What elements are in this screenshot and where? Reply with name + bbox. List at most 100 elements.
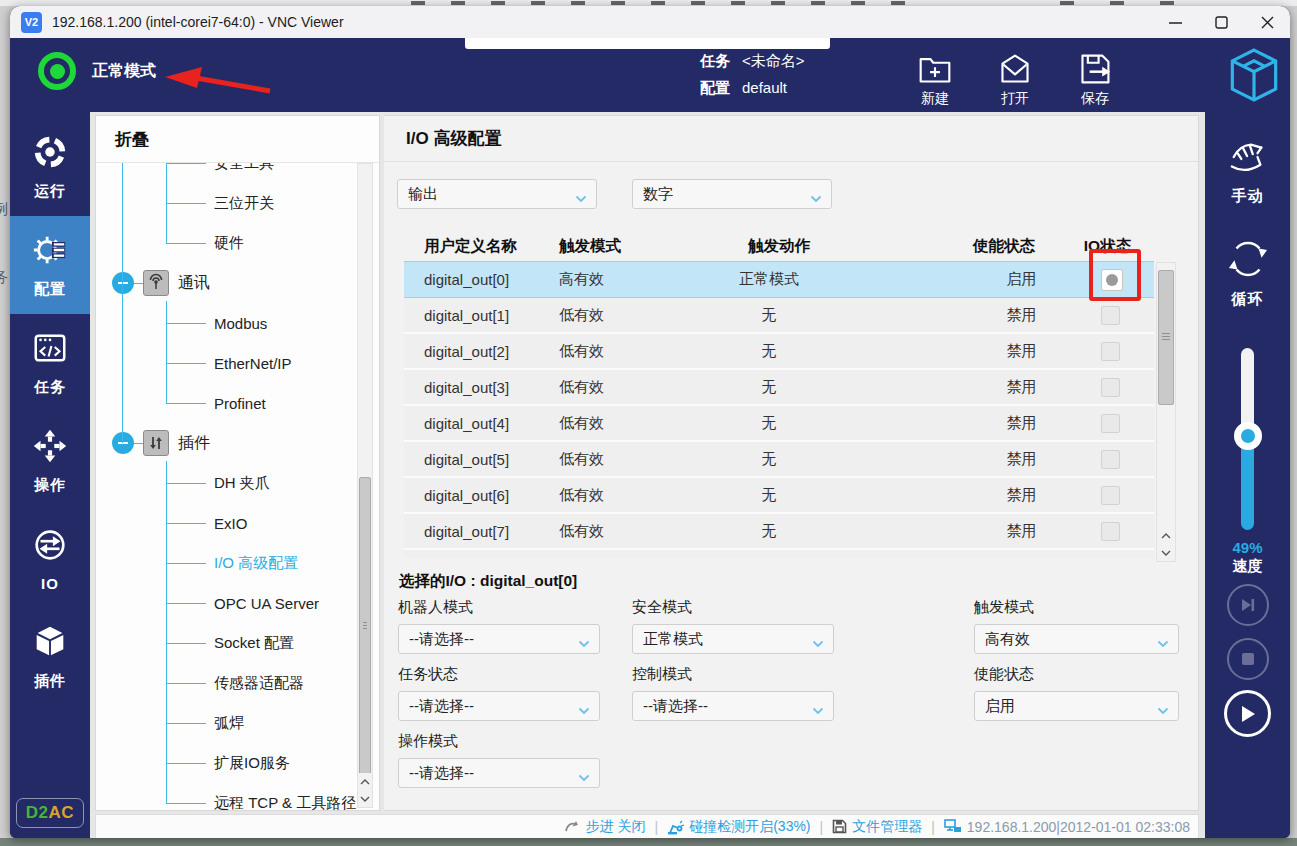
status-file-manager[interactable]: 文件管理器 [832,818,922,836]
tree-scroll-down-button[interactable] [358,790,372,807]
sidebar-item-配置[interactable]: 配置 [10,216,90,314]
maximize-button[interactable] [1198,6,1244,38]
plugin-box-icon [143,430,169,456]
operate-icon [31,427,69,469]
tree-item-EtherNet/IP[interactable]: EtherNet/IP [96,343,371,383]
filter-select-0[interactable]: 输出 [397,179,597,209]
cell-name: digital_out[7] [404,523,539,540]
sidebar-item-操作[interactable]: 操作 [10,412,90,510]
tree-item-label: 三位开关 [214,194,274,213]
io-state-indicator-off[interactable] [1101,306,1120,325]
speed-slider-knob[interactable] [1234,422,1262,450]
io-state-indicator-off[interactable] [1101,342,1120,361]
cell-trigger-action: 无 [664,450,894,469]
tree-scroll-up-button[interactable] [358,773,372,790]
tree-item-I/O 高级配置[interactable]: I/O 高级配置 [96,543,371,583]
save-icon [1077,44,1113,86]
tree-item-DH 夹爪[interactable]: DH 夹爪 [96,463,371,503]
tree-item-label: I/O 高级配置 [214,554,298,573]
manual-label: 手动 [1232,187,1264,206]
chevron-down-icon [578,634,590,651]
io-state-indicator-off[interactable] [1101,378,1120,397]
manual-mode-button[interactable]: 手动 [1226,138,1270,206]
tree-item-扩展IO服务[interactable]: 扩展IO服务 [96,743,371,783]
table-row-digital_out[2][interactable]: digital_out[2]低有效无禁用 [404,334,1154,370]
tree-item-安全工具[interactable]: 安全工具 [96,162,371,183]
cell-trigger-mode: 低有效 [539,306,664,325]
tree-item-Profinet[interactable]: Profinet [96,383,371,423]
io-state-indicator-off[interactable] [1101,450,1120,469]
tree-scrollbar-thumb[interactable] [359,477,371,777]
sidebar-item-IO[interactable]: IO [10,510,90,608]
tree-scrollbar[interactable] [357,163,373,808]
table-row-digital_out[4][interactable]: digital_out[4]低有效无禁用 [404,406,1154,442]
collapse-toggle-icon[interactable] [112,432,134,454]
collapse-toggle-icon[interactable] [112,272,134,294]
cell-trigger-mode: 低有效 [539,522,664,541]
tree-item-传感器适配器[interactable]: 传感器适配器 [96,663,371,703]
main-panel: I/O 高级配置 输出数字 用户定义名称触发模式触发动作使能状态IO状态 dig… [384,115,1199,811]
form-select-安全模式[interactable]: 正常模式 [632,624,834,654]
tree-item-远程 TCP & 工具路径[interactable]: 远程 TCP & 工具路径 [96,783,371,810]
tree-item-插件[interactable]: 插件 [96,423,371,463]
stop-button[interactable] [1227,638,1269,680]
tree-item-OPC UA Server[interactable]: OPC UA Server [96,583,371,623]
header-action-打开[interactable]: 打开 [975,44,1055,108]
filter-select-1[interactable]: 数字 [632,179,832,209]
chevron-down-icon [1157,634,1169,651]
form-select-操作模式[interactable]: --请选择-- [398,758,600,788]
table-row-digital_out[5][interactable]: digital_out[5]低有效无禁用 [404,442,1154,478]
tree-item-弧焊[interactable]: 弧焊 [96,703,371,743]
tree-scroll-area: 安全工具三位开关硬件通讯ModbusEtherNet/IPProfinet插件D… [96,162,379,810]
form-select-触发模式[interactable]: 高有效 [974,624,1179,654]
form-select-value: 正常模式 [643,630,703,649]
tree-item-Modbus[interactable]: Modbus [96,303,371,343]
table-row-digital_out[1][interactable]: digital_out[1]低有效无禁用 [404,298,1154,334]
form-select-控制模式[interactable]: --请选择-- [632,691,834,721]
brand-button[interactable]: D2AC [16,798,84,828]
sidebar-item-运行[interactable]: 运行 [10,118,90,216]
table-row-digital_out[7][interactable]: digital_out[7]低有效无禁用 [404,514,1154,550]
tree-item-三位开关[interactable]: 三位开关 [96,183,371,223]
io-state-indicator-off[interactable] [1101,486,1120,505]
table-scroll-up-button[interactable] [1157,527,1175,544]
tree-item-Socket 配置[interactable]: Socket 配置 [96,623,371,663]
table-row-digital_out[3][interactable]: digital_out[3]低有效无禁用 [404,370,1154,406]
table-scroll-down-button[interactable] [1157,544,1175,561]
header-action-新建[interactable]: 新建 [895,44,975,108]
cell-trigger-action: 正常模式 [664,270,894,289]
form-field-label: 使能状态 [974,665,1198,684]
tree-item-ExIO[interactable]: ExIO [96,503,371,543]
minimize-button[interactable] [1152,6,1198,38]
tree-item-通讯[interactable]: 通讯 [96,263,371,303]
sidebar-item-插件[interactable]: 插件 [10,608,90,706]
form-select-使能状态[interactable]: 启用 [974,691,1179,721]
cell-enable-state: 禁用 [894,378,1089,397]
io-state-indicator-off[interactable] [1101,558,1120,559]
io-state-indicator-off[interactable] [1101,522,1120,541]
table-row-digital_out[6][interactable]: digital_out[6]低有效无禁用 [404,478,1154,514]
play-button[interactable] [1224,690,1271,737]
io-state-indicator-off[interactable] [1101,414,1120,433]
tree-header[interactable]: 折叠 [96,116,379,162]
form-select-value: 高有效 [985,630,1030,649]
table-row-digital_out[0][interactable]: digital_out[0]高有效正常模式启用 [404,261,1154,298]
table-scrollbar[interactable] [1156,262,1176,562]
sidebar-item-label: 任务 [34,378,66,397]
form-select-任务状态[interactable]: --请选择-- [398,691,600,721]
table-scrollbar-thumb[interactable] [1158,270,1174,405]
form-select-机器人模式[interactable]: --请选择-- [398,624,600,654]
app-header: 正常模式 任务<未命名> 配置default 新建打开保存 [10,38,1290,112]
status-address[interactable]: 192.168.1.200|2012-01-01 02:33:08 [944,819,1190,835]
skip-button[interactable] [1227,584,1269,626]
status-step[interactable]: 步进 关闭 [564,818,646,836]
speed-slider[interactable] [1241,348,1254,530]
header-action-保存[interactable]: 保存 [1055,44,1135,108]
loop-mode-button[interactable]: 循环 [1226,237,1270,309]
status-collision[interactable]: 碰撞检测开启(33%) [667,818,810,836]
close-button[interactable] [1244,6,1290,38]
sidebar-item-任务[interactable]: 任务 [10,314,90,412]
tree-item-硬件[interactable]: 硬件 [96,223,371,263]
table-row-digital_out[8][interactable]: digital_out[8]低有效无禁用 [404,550,1154,558]
cell-enable-state: 禁用 [894,522,1089,541]
